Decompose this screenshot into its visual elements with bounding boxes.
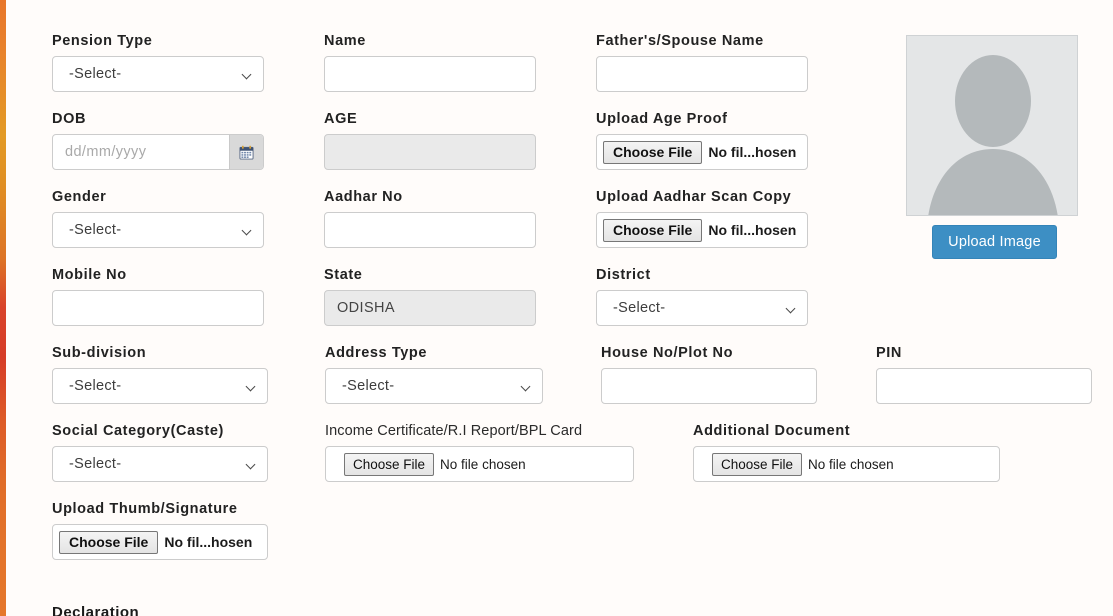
social-category-select-wrap: -Select-	[52, 446, 268, 482]
choose-file-button[interactable]: Choose File	[712, 452, 803, 476]
label-address-type: Address Type	[325, 345, 428, 361]
photo-placeholder[interactable]	[906, 35, 1078, 216]
dob-date-input-group	[52, 134, 264, 170]
label-dob: DOB	[52, 111, 87, 127]
field-income-certificate: Income Certificate/R.I Report/BPL Card C…	[325, 423, 634, 482]
field-aadhar-no: Aadhar No	[324, 189, 536, 248]
label-upload-aadhar-scan-copy: Upload Aadhar Scan Copy	[596, 189, 792, 205]
choose-file-button[interactable]: Choose File	[344, 452, 435, 476]
state-readonly-field: ODISHA	[324, 290, 536, 326]
field-house-no: House No/Plot No	[601, 345, 817, 404]
label-sub-division: Sub-division	[52, 345, 147, 361]
field-dob: DOB	[52, 111, 264, 170]
file-status-text: No fil...hosen	[708, 144, 797, 160]
label-house-no-plot-no: House No/Plot No	[601, 345, 734, 361]
label-aadhar-no: Aadhar No	[324, 189, 403, 205]
sub-division-select[interactable]: -Select-	[52, 368, 268, 404]
field-name: Name	[324, 33, 536, 92]
additional-document-file-input[interactable]: Choose File No file chosen	[693, 446, 1000, 482]
label-mobile-no: Mobile No	[52, 267, 127, 283]
field-address-type: Address Type -Select-	[325, 345, 543, 404]
aadhar-no-input[interactable]	[324, 212, 536, 248]
label-upload-thumb-signature: Upload Thumb/Signature	[52, 501, 238, 517]
upload-image-button[interactable]: Upload Image	[932, 225, 1057, 259]
label-name: Name	[324, 33, 366, 49]
choose-file-button[interactable]: Choose File	[603, 218, 703, 242]
label-gender: Gender	[52, 189, 107, 205]
income-certificate-file-input[interactable]: Choose File No file chosen	[325, 446, 634, 482]
field-upload-aadhar-scan: Upload Aadhar Scan Copy Choose File No f…	[596, 189, 808, 248]
name-input[interactable]	[324, 56, 536, 92]
address-type-select[interactable]: -Select-	[325, 368, 543, 404]
calendar-icon	[239, 145, 254, 160]
field-district: District -Select-	[596, 267, 808, 326]
field-upload-thumb-signature: Upload Thumb/Signature Choose File No fi…	[52, 501, 268, 560]
age-readonly-field	[324, 134, 536, 170]
gender-select[interactable]: -Select-	[52, 212, 264, 248]
label-income-certificate: Income Certificate/R.I Report/BPL Card	[325, 423, 583, 439]
field-upload-age-proof: Upload Age Proof Choose File No fil...ho…	[596, 111, 808, 170]
label-father-spouse-name: Father's/Spouse Name	[596, 33, 764, 49]
label-additional-document: Additional Document	[693, 423, 851, 439]
upload-age-proof-file-input[interactable]: Choose File No fil...hosen	[596, 134, 808, 170]
district-select[interactable]: -Select-	[596, 290, 808, 326]
application-form-page: Pension Type -Select- Name Father's/Spou…	[0, 0, 1113, 616]
upload-thumb-signature-file-input[interactable]: Choose File No fil...hosen	[52, 524, 268, 560]
gender-select-wrap: -Select-	[52, 212, 264, 248]
field-pin: PIN	[876, 345, 1092, 404]
choose-file-button[interactable]: Choose File	[603, 140, 703, 164]
father-spouse-name-input[interactable]	[596, 56, 808, 92]
field-age: AGE	[324, 111, 536, 170]
choose-file-button[interactable]: Choose File	[59, 530, 159, 554]
pension-application-form: Pension Type -Select- Name Father's/Spou…	[0, 0, 1113, 616]
label-upload-age-proof: Upload Age Proof	[596, 111, 728, 127]
social-category-select[interactable]: -Select-	[52, 446, 268, 482]
file-status-text: No file chosen	[808, 456, 894, 472]
label-pension-type: Pension Type	[52, 33, 153, 49]
label-social-category: Social Category(Caste)	[52, 423, 224, 439]
upload-aadhar-scan-file-input[interactable]: Choose File No fil...hosen	[596, 212, 808, 248]
field-gender: Gender -Select-	[52, 189, 264, 248]
label-age: AGE	[324, 111, 358, 127]
field-additional-document: Additional Document Choose File No file …	[693, 423, 1000, 482]
field-state: State ODISHA	[324, 267, 536, 326]
declaration-section-heading: Declaration	[52, 604, 140, 616]
district-select-wrap: -Select-	[596, 290, 808, 326]
file-status-text: No fil...hosen	[164, 534, 253, 550]
pin-input[interactable]	[876, 368, 1092, 404]
address-type-select-wrap: -Select-	[325, 368, 543, 404]
field-father-spouse-name: Father's/Spouse Name	[596, 33, 808, 92]
label-state: State	[324, 267, 363, 283]
label-pin: PIN	[876, 345, 902, 361]
field-mobile-no: Mobile No	[52, 267, 264, 326]
field-sub-division: Sub-division -Select-	[52, 345, 268, 404]
field-pension-type: Pension Type -Select-	[52, 33, 264, 92]
dob-input[interactable]	[53, 135, 229, 169]
pension-type-select-wrap: -Select-	[52, 56, 264, 92]
file-status-text: No file chosen	[440, 456, 526, 472]
calendar-icon-button[interactable]	[229, 135, 263, 169]
user-avatar-icon	[928, 55, 1058, 215]
mobile-no-input[interactable]	[52, 290, 264, 326]
pension-type-select[interactable]: -Select-	[52, 56, 264, 92]
file-status-text: No fil...hosen	[708, 222, 797, 238]
sub-division-select-wrap: -Select-	[52, 368, 268, 404]
field-social-category: Social Category(Caste) -Select-	[52, 423, 268, 482]
label-district: District	[596, 267, 651, 283]
house-no-input[interactable]	[601, 368, 817, 404]
